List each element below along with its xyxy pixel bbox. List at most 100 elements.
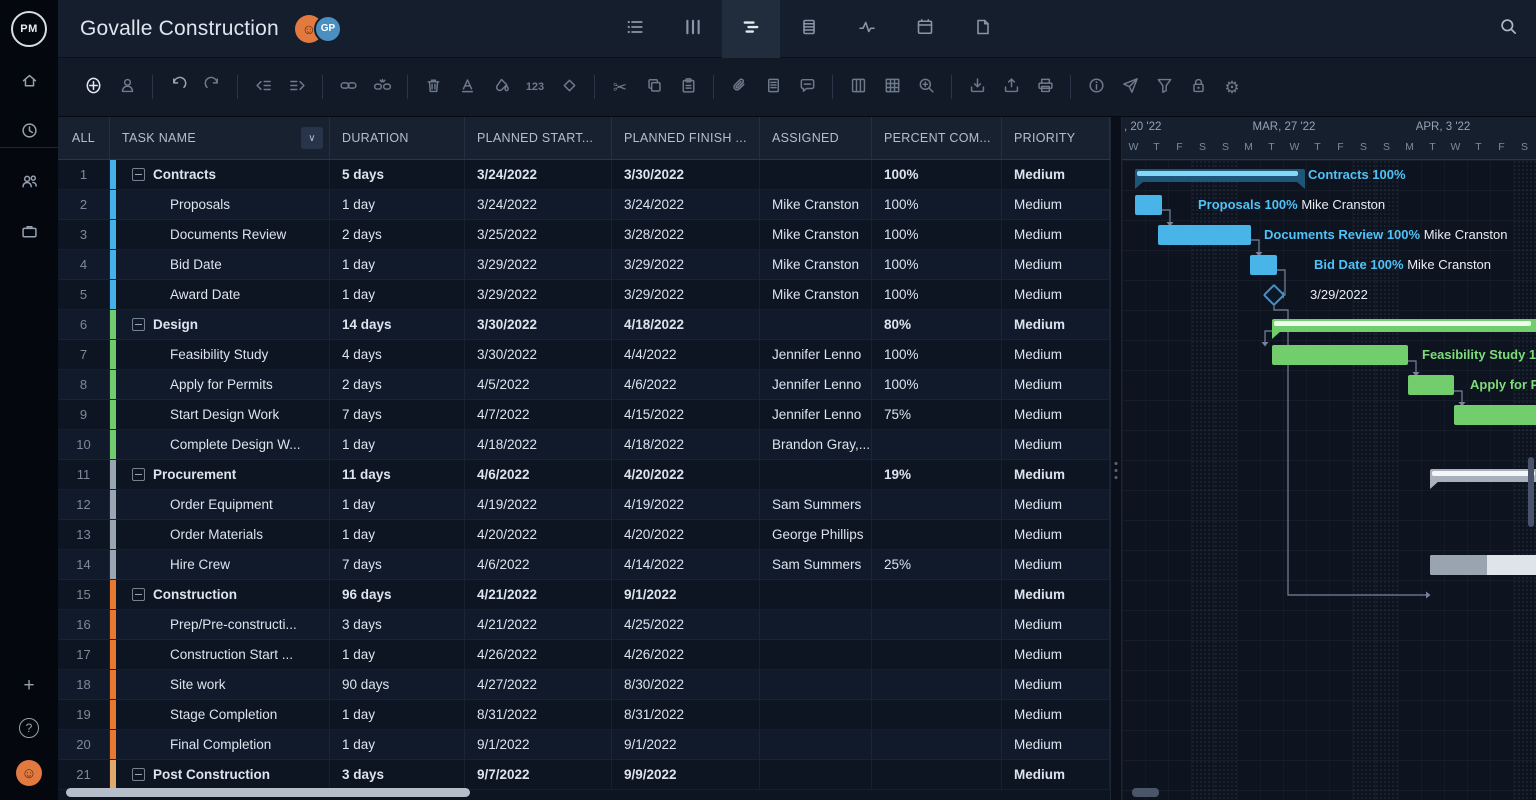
collapse-toggle-icon[interactable]: [132, 588, 145, 601]
cell-task-name[interactable]: Construction: [110, 580, 330, 609]
cell-duration[interactable]: 4 days: [330, 340, 465, 369]
indent-button[interactable]: [280, 70, 314, 104]
cell-planned-start[interactable]: 4/21/2022: [465, 580, 612, 609]
cell-priority[interactable]: Medium: [1002, 520, 1110, 549]
cell-priority[interactable]: Medium: [1002, 670, 1110, 699]
cell-planned-start[interactable]: 3/30/2022: [465, 340, 612, 369]
cell-planned-finish[interactable]: 4/20/2022: [612, 520, 760, 549]
cell-task-name[interactable]: Final Completion: [110, 730, 330, 759]
cell-num[interactable]: 11: [58, 460, 110, 489]
gantt-horizontal-scrollbar[interactable]: [1132, 788, 1159, 797]
cell-duration[interactable]: 1 day: [330, 190, 465, 219]
column-dropdown-button[interactable]: ∨: [301, 127, 323, 149]
cell-duration[interactable]: 1 day: [330, 430, 465, 459]
cell-duration[interactable]: 3 days: [330, 610, 465, 639]
cell-planned-finish[interactable]: 3/30/2022: [612, 160, 760, 189]
collapse-toggle-icon[interactable]: [132, 168, 145, 181]
cell-task-name[interactable]: Proposals: [110, 190, 330, 219]
cell-assigned[interactable]: Mike Cranston: [760, 250, 872, 279]
column-header-planned-finish-[interactable]: PLANNED FINISH ...: [612, 117, 760, 159]
cell-num[interactable]: 7: [58, 340, 110, 369]
cell-task-name[interactable]: Prep/Pre-constructi...: [110, 610, 330, 639]
member-avatar-initials[interactable]: GP: [314, 15, 342, 43]
column-header-planned-start-[interactable]: PLANNED START...: [465, 117, 612, 159]
delete-trash-button[interactable]: [416, 70, 450, 104]
cell-percent-complete[interactable]: 75%: [872, 400, 1002, 429]
cell-percent-complete[interactable]: 19%: [872, 460, 1002, 489]
cell-duration[interactable]: 1 day: [330, 490, 465, 519]
cell-percent-complete[interactable]: [872, 610, 1002, 639]
cell-duration[interactable]: 7 days: [330, 400, 465, 429]
column-header-priority[interactable]: PRIORITY: [1002, 117, 1110, 159]
cell-assigned[interactable]: Mike Cranston: [760, 190, 872, 219]
cell-assigned[interactable]: [760, 700, 872, 729]
cell-planned-start[interactable]: 3/24/2022: [465, 160, 612, 189]
cell-assigned[interactable]: [760, 310, 872, 339]
cell-priority[interactable]: Medium: [1002, 220, 1110, 249]
task-bar-green[interactable]: [1454, 405, 1536, 425]
cell-task-name[interactable]: Feasibility Study: [110, 340, 330, 369]
cell-duration[interactable]: 14 days: [330, 310, 465, 339]
tab-gantt-view[interactable]: [722, 0, 780, 58]
cell-task-name[interactable]: Post Construction: [110, 760, 330, 789]
cell-assigned[interactable]: [760, 610, 872, 639]
sidebar-item-timesheet-clock[interactable]: [20, 121, 39, 145]
cell-planned-finish[interactable]: 4/26/2022: [612, 640, 760, 669]
cut-scissors-button[interactable]: ✂: [603, 70, 637, 104]
cell-duration[interactable]: 1 day: [330, 700, 465, 729]
assign-person-button[interactable]: [110, 70, 144, 104]
cell-assigned[interactable]: [760, 730, 872, 759]
column-layout-button[interactable]: [841, 70, 875, 104]
sidebar-item-home[interactable]: [20, 71, 39, 95]
column-header-all[interactable]: ALL: [58, 117, 110, 159]
cell-percent-complete[interactable]: [872, 670, 1002, 699]
cell-percent-complete[interactable]: [872, 640, 1002, 669]
cell-num[interactable]: 15: [58, 580, 110, 609]
link-tasks-button[interactable]: [331, 70, 365, 104]
cell-planned-finish[interactable]: 8/31/2022: [612, 700, 760, 729]
cell-percent-complete[interactable]: 100%: [872, 280, 1002, 309]
cell-percent-complete[interactable]: 25%: [872, 550, 1002, 579]
cell-assigned[interactable]: George Phillips: [760, 520, 872, 549]
outdent-button[interactable]: [246, 70, 280, 104]
table-grid-button[interactable]: [875, 70, 909, 104]
cell-duration[interactable]: 5 days: [330, 160, 465, 189]
cell-planned-finish[interactable]: 4/20/2022: [612, 460, 760, 489]
cell-duration[interactable]: 1 day: [330, 730, 465, 759]
cell-task-name[interactable]: Stage Completion: [110, 700, 330, 729]
cell-task-name[interactable]: Start Design Work: [110, 400, 330, 429]
cell-duration[interactable]: 96 days: [330, 580, 465, 609]
cell-duration[interactable]: 2 days: [330, 370, 465, 399]
task-bar-green[interactable]: [1408, 375, 1454, 395]
cell-priority[interactable]: Medium: [1002, 310, 1110, 339]
print-button[interactable]: [1028, 70, 1062, 104]
cell-num[interactable]: 14: [58, 550, 110, 579]
cell-planned-finish[interactable]: 4/19/2022: [612, 490, 760, 519]
cell-duration[interactable]: 2 days: [330, 220, 465, 249]
cell-planned-start[interactable]: 3/25/2022: [465, 220, 612, 249]
table-horizontal-scrollbar[interactable]: [66, 788, 470, 797]
cell-planned-start[interactable]: 4/6/2022: [465, 460, 612, 489]
cell-num[interactable]: 1: [58, 160, 110, 189]
cell-percent-complete[interactable]: 80%: [872, 310, 1002, 339]
cell-assigned[interactable]: [760, 460, 872, 489]
cell-planned-start[interactable]: 4/7/2022: [465, 400, 612, 429]
sidebar-item-user-avatar[interactable]: ☺: [16, 760, 42, 786]
cell-priority[interactable]: Medium: [1002, 250, 1110, 279]
cell-percent-complete[interactable]: [872, 430, 1002, 459]
cell-percent-complete[interactable]: 100%: [872, 370, 1002, 399]
import-file-button[interactable]: [960, 70, 994, 104]
cell-assigned[interactable]: [760, 670, 872, 699]
search-button[interactable]: [1499, 17, 1518, 41]
cell-task-name[interactable]: Documents Review: [110, 220, 330, 249]
cell-priority[interactable]: Medium: [1002, 430, 1110, 459]
cell-planned-start[interactable]: 4/18/2022: [465, 430, 612, 459]
cell-planned-finish[interactable]: 9/1/2022: [612, 580, 760, 609]
attach-paperclip-button[interactable]: [722, 70, 756, 104]
number-123-button[interactable]: 123: [518, 70, 552, 104]
sidebar-item-add-plus[interactable]: +: [23, 676, 34, 696]
cell-planned-finish[interactable]: 4/6/2022: [612, 370, 760, 399]
sidebar-item-team[interactable]: [20, 172, 39, 196]
cell-priority[interactable]: Medium: [1002, 550, 1110, 579]
cell-priority[interactable]: Medium: [1002, 580, 1110, 609]
